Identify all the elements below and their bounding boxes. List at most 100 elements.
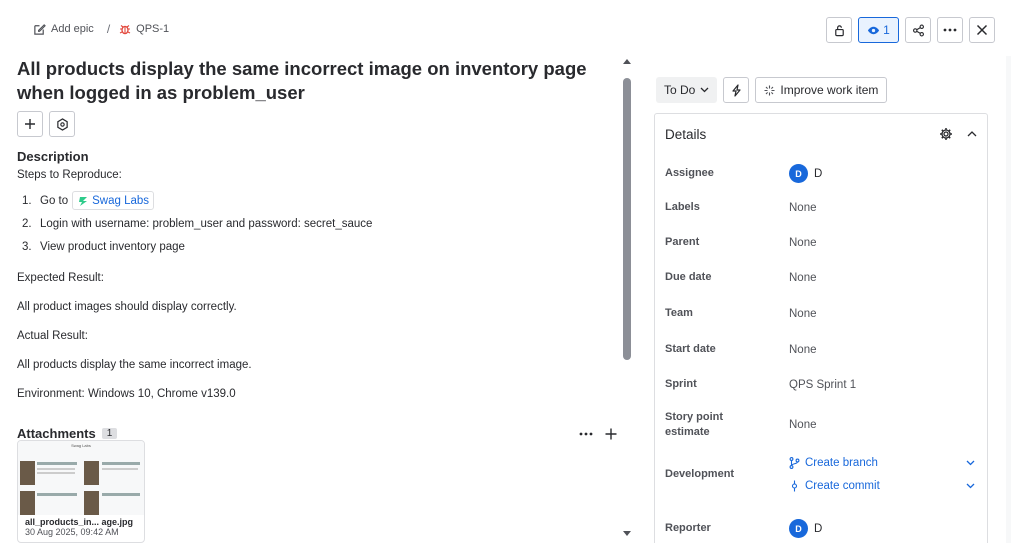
right-scrollbar-track[interactable] (1006, 56, 1011, 543)
close-button[interactable] (969, 17, 995, 43)
field-value: D (814, 522, 823, 535)
unlock-icon (834, 24, 844, 36)
watch-count: 1 (883, 23, 890, 37)
close-icon (976, 24, 988, 36)
more-actions-button[interactable] (937, 17, 963, 43)
actual-label: Actual Result: (17, 330, 88, 342)
field-label: Team (665, 307, 693, 319)
issue-key: QPS-1 (136, 23, 170, 35)
lock-button[interactable] (826, 17, 852, 43)
attachments-header: Attachments 1 (17, 426, 617, 441)
more-icon[interactable] (579, 432, 593, 436)
apps-button[interactable] (49, 111, 75, 137)
attachment-thumbnail: Swag Labs (18, 441, 144, 515)
actual-text: All products display the same incorrect … (17, 359, 252, 371)
status-label: To Do (664, 83, 696, 97)
swag-labs-label: Swag Labs (92, 194, 150, 207)
field-label: Story point estimate (665, 411, 724, 438)
add-epic-label: Add epic (51, 23, 94, 35)
create-commit-link[interactable]: Create commit (789, 480, 975, 492)
attachments-count: 1 (101, 428, 118, 439)
field-story-points[interactable]: Story point estimate None (665, 410, 975, 440)
expected-text: All product images should display correc… (17, 301, 237, 313)
field-sprint[interactable]: Sprint QPS Sprint 1 (665, 377, 975, 392)
scroll-down-arrow-icon[interactable] (623, 531, 631, 537)
create-branch-link[interactable]: Create branch (789, 457, 975, 469)
plus-icon (25, 119, 35, 129)
improve-label: Improve work item (780, 83, 879, 97)
page-title[interactable]: All products display the same incorrect … (17, 57, 617, 105)
branch-icon (789, 457, 800, 469)
issue-key-link[interactable]: QPS-1 (119, 23, 169, 35)
list-item: 1. Go to Swag Labs (22, 189, 617, 212)
field-team[interactable]: Team None (665, 306, 975, 321)
sprint-link[interactable]: QPS Sprint 1 (789, 379, 856, 391)
sparkle-icon (764, 85, 775, 95)
field-value: None (789, 201, 817, 214)
field-development: Development Create branch Create commit (665, 457, 975, 492)
details-header[interactable]: Details (655, 114, 987, 154)
field-labels[interactable]: Labels None (665, 200, 975, 215)
chevron-up-icon[interactable] (967, 131, 977, 137)
field-label: Due date (665, 271, 712, 283)
thumbnail-header: Swag Labs (71, 443, 91, 448)
description-body[interactable]: Steps to Reproduce: 1. Go to Swag Labs 2… (17, 168, 617, 402)
field-label: Development (665, 468, 735, 480)
add-button[interactable] (17, 111, 43, 137)
field-label: Assignee (665, 167, 714, 179)
chevron-down-icon[interactable] (966, 483, 975, 489)
field-label: Labels (665, 201, 700, 213)
attachment-card[interactable]: Swag Labs all_products_in... age.jpg 30 … (17, 440, 145, 543)
field-value: D (814, 167, 823, 180)
environment-text: Environment: Windows 10, Chrome v139.0 (17, 388, 236, 400)
step-text: Go to (40, 194, 69, 207)
share-icon (912, 24, 924, 36)
step-text: View product inventory page (40, 240, 185, 253)
details-title: Details (665, 126, 707, 142)
field-start-date[interactable]: Start date None (665, 342, 975, 357)
steps-label: Steps to Reproduce: (17, 169, 122, 181)
list-item: 2. Login with username: problem_user and… (22, 212, 617, 235)
scrollbar-thumb[interactable] (623, 78, 631, 360)
field-assignee[interactable]: Assignee DD (665, 164, 975, 183)
plus-icon[interactable] (605, 428, 617, 440)
field-label: Sprint (665, 378, 697, 390)
field-value: None (789, 307, 817, 320)
more-icon (943, 28, 957, 32)
field-value: None (789, 343, 817, 356)
status-row: To Do Improve work item (656, 77, 888, 103)
chevron-down-icon[interactable] (966, 460, 975, 466)
step-number: 2. (22, 217, 32, 230)
field-due-date[interactable]: Due date None (665, 270, 975, 285)
field-value: None (789, 236, 817, 249)
scroll-up-arrow-icon[interactable] (623, 58, 631, 64)
gear-icon[interactable] (939, 127, 953, 141)
swag-labs-link[interactable]: Swag Labs (72, 191, 155, 210)
step-number: 3. (22, 240, 32, 253)
description-heading: Description (17, 149, 89, 164)
improve-work-item-button[interactable]: Improve work item (755, 77, 888, 103)
field-reporter[interactable]: Reporter DD (665, 519, 975, 538)
share-button[interactable] (905, 17, 931, 43)
chevron-down-icon (700, 87, 709, 93)
bug-icon (119, 25, 131, 35)
status-dropdown[interactable]: To Do (656, 77, 718, 103)
hexagon-icon (56, 117, 68, 131)
attachment-file-name: all_products_in... age.jpg (25, 517, 134, 527)
field-parent[interactable]: Parent None (665, 235, 975, 250)
add-epic-link[interactable]: Add epic (33, 23, 94, 36)
field-label: Parent (665, 236, 700, 248)
commit-icon (791, 480, 798, 492)
edit-icon (34, 23, 46, 35)
step-text: Login with username: problem_user and pa… (40, 217, 373, 230)
field-label: Start date (665, 343, 716, 355)
attachments-heading: Attachments (17, 426, 96, 441)
create-branch-label: Create branch (805, 457, 878, 469)
breadcrumb: Add epic / QPS-1 (33, 22, 169, 36)
avatar: D (789, 164, 808, 183)
eye-icon (868, 26, 880, 34)
watch-button[interactable]: 1 (858, 17, 899, 43)
automation-button[interactable] (723, 77, 750, 103)
field-label: Reporter (665, 522, 711, 534)
issue-main: All products display the same incorrect … (17, 57, 617, 441)
